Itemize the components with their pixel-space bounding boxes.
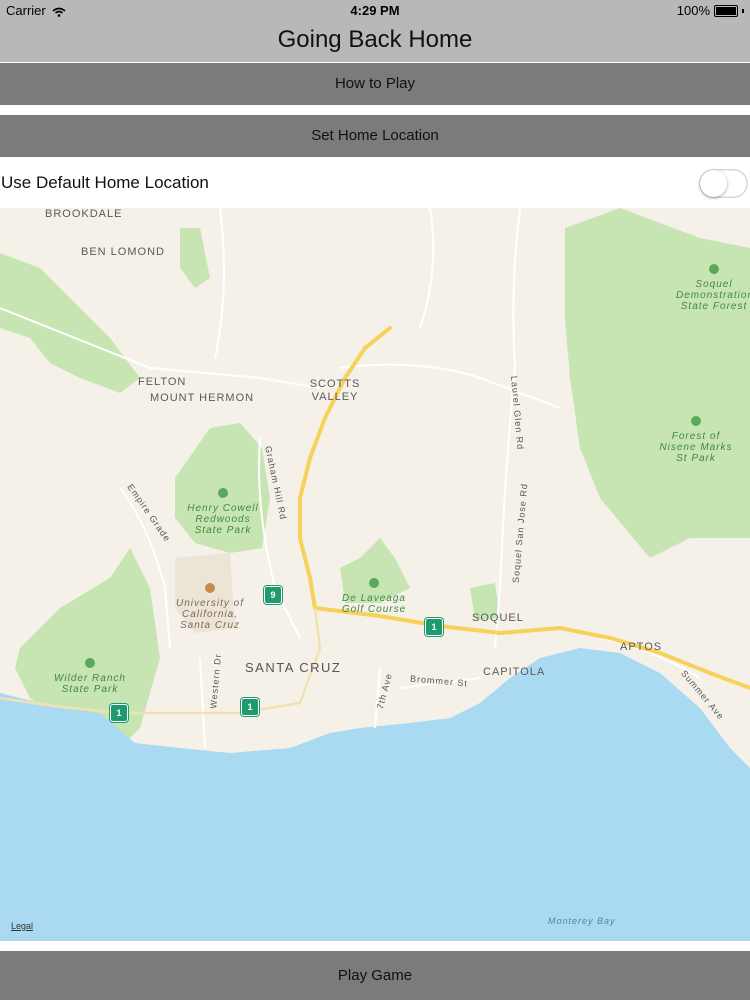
default-home-row: Use Default Home Location [0, 158, 750, 208]
park-label-soquel-demonstration: Soquel Demonstration State Forest [676, 264, 750, 312]
golf-icon [369, 578, 379, 588]
map-canvas [0, 208, 750, 941]
place-label-santa-cruz: SANTA CRUZ [245, 660, 342, 675]
highway-shield-1: 1 [425, 618, 443, 636]
park-icon [85, 658, 95, 668]
place-label-felton: FELTON [138, 376, 187, 388]
battery-tip [742, 8, 744, 13]
battery-icon [714, 4, 738, 17]
place-label-aptos: APTOS [620, 641, 663, 653]
place-label-soquel: SOQUEL [472, 612, 524, 624]
status-bar: Carrier 4:29 PM 100% [0, 0, 750, 20]
battery-percent: 100% [676, 3, 710, 18]
map-view[interactable]: BROOKDALE BEN LOMOND FELTON MOUNT HERMON… [0, 208, 750, 941]
legal-link[interactable]: Legal [11, 921, 33, 931]
university-icon [205, 583, 215, 593]
park-icon [709, 264, 719, 274]
nav-bar: Going Back Home [0, 20, 750, 62]
place-label-mount-hermon: MOUNT HERMON [150, 392, 255, 404]
park-label-henry-cowell: Henry Cowell Redwoods State Park [186, 488, 260, 536]
park-label-wilder-ranch: Wilder Ranch State Park [52, 658, 128, 695]
place-label-scotts-valley: SCOTTS VALLEY [309, 378, 361, 403]
page-title: Going Back Home [277, 26, 473, 53]
set-home-location-button[interactable]: Set Home Location [0, 115, 750, 157]
default-home-label: Use Default Home Location [1, 173, 209, 192]
place-label-ben-lomond: BEN LOMOND [81, 246, 165, 258]
park-label-ucsc: University of California, Santa Cruz [172, 583, 248, 631]
place-label-brookdale: BROOKDALE [45, 208, 123, 220]
clock: 4:29 PM [350, 3, 400, 18]
highway-shield-9: 9 [264, 586, 282, 604]
default-home-toggle[interactable] [699, 169, 748, 198]
place-label-capitola: CAPITOLA [483, 666, 546, 678]
park-label-nisene-marks: Forest of Nisene Marks St Park [652, 416, 740, 464]
spacer [0, 941, 750, 951]
park-icon [691, 416, 701, 426]
park-label-de-laveaga: De Laveaga Golf Course [340, 578, 408, 615]
toggle-knob [700, 170, 727, 197]
highway-shield-1: 1 [110, 704, 128, 722]
how-to-play-button[interactable]: How to Play [0, 63, 750, 105]
play-game-button[interactable]: Play Game [0, 951, 750, 1000]
battery-indicator: 100% [677, 3, 744, 18]
water-label-monterey-bay: Monterey Bay [548, 916, 616, 926]
park-icon [218, 488, 228, 498]
highway-shield-1: 1 [241, 698, 259, 716]
